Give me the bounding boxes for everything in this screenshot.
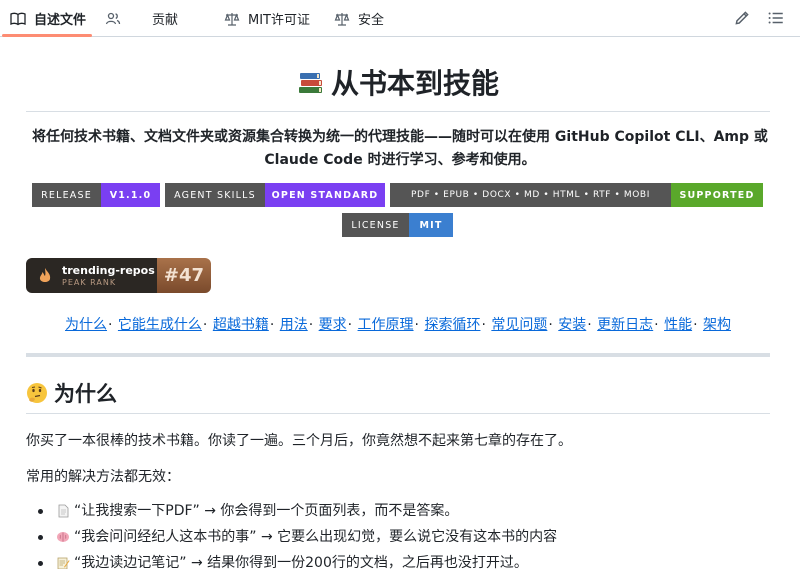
trending-badge-left: trending-repos PEAK RANK xyxy=(26,258,157,293)
horizontal-rule xyxy=(26,353,770,357)
memo-icon xyxy=(57,557,70,569)
tab-contributing[interactable]: 贡献 xyxy=(152,0,178,37)
bullet-list: “让我搜索一下PDF” → 你会得到一个页面列表，而不是答案。 “我会问问经纪人… xyxy=(38,498,778,569)
brain-icon xyxy=(57,532,69,542)
project-description: 将任何技术书籍、文档文件夹或资源集合转换为统一的代理技能——随时可以在使用 Gi… xyxy=(32,129,768,168)
badge-release-value: V1.1.0 xyxy=(101,183,160,207)
badge-release[interactable]: RELEASE V1.1.0 xyxy=(32,183,160,207)
tab-readme[interactable]: 自述文件 xyxy=(10,0,86,37)
title-text: 从书本到技能 xyxy=(330,67,499,100)
link-exploration-loop[interactable]: 探索循环 xyxy=(424,317,480,333)
trending-sub: PEAK RANK xyxy=(62,278,117,287)
page-title: 从书本到技能 xyxy=(26,62,770,102)
trending-repos-badge[interactable]: trending-repos PEAK RANK #47 xyxy=(26,258,211,293)
badge-agent-skills-label: AGENT SKILLS xyxy=(165,183,265,207)
link-requirements[interactable]: 要求 xyxy=(319,317,347,333)
pencil-icon[interactable] xyxy=(733,9,751,27)
badge-formats-value: SUPPORTED xyxy=(671,183,763,207)
tab-readme-label: 自述文件 xyxy=(34,13,87,28)
scale-icon xyxy=(224,12,240,26)
paragraph: 你买了一本很棒的技术书籍。你读了一遍。三个月后，你竟然想不起来第七章的存在了。 xyxy=(26,433,572,449)
badge-license[interactable]: LICENSE MIT xyxy=(342,213,453,237)
tab-security-label: 安全 xyxy=(358,13,385,28)
link-changelog[interactable]: 更新日志 xyxy=(597,317,653,333)
list-item: “我边读边记笔记” → 结果你得到一份200行的文档，之后再也没打开过。 xyxy=(38,550,778,569)
badge-release-label: RELEASE xyxy=(32,183,101,207)
title-divider xyxy=(26,111,770,112)
badge-formats-label: PDF • EPUB • DOCX • MD • HTML • RTF • MO… xyxy=(390,183,671,207)
heading-divider xyxy=(26,413,770,414)
badge-agent-skills[interactable]: AGENT SKILLS OPEN STANDARD xyxy=(165,183,385,207)
trending-name: trending-repos xyxy=(62,264,155,277)
link-performance[interactable]: 性能 xyxy=(664,317,692,333)
badge-license-label: LICENSE xyxy=(342,213,409,237)
link-architecture[interactable]: 架构 xyxy=(703,317,731,333)
section-heading-text: 为什么 xyxy=(54,382,117,406)
list-item: “我会问问经纪人这本书的事” → 它要么出现幻觉，要么说它没有这本书的内容 xyxy=(38,524,778,550)
tab-license-label: MIT许可证 xyxy=(248,13,310,28)
section-links: 为什么· 它能生成什么· 超越书籍· 用法· 要求· 工作原理· 探索循环· 常… xyxy=(65,317,731,333)
link-how-it-works[interactable]: 工作原理 xyxy=(358,317,414,333)
list-item: “让我搜索一下PDF” → 你会得到一个页面列表，而不是答案。 xyxy=(38,498,778,524)
book-icon xyxy=(10,12,26,25)
tab-people[interactable] xyxy=(105,0,129,37)
list-item-text: “我边读边记笔记” → 结果你得到一份200行的文档，之后再也没打开过。 xyxy=(74,555,528,569)
tab-license[interactable]: MIT许可证 xyxy=(224,0,310,37)
link-install[interactable]: 安装 xyxy=(558,317,586,333)
trending-rank: #47 xyxy=(157,258,211,293)
section-heading: 为什么 xyxy=(26,378,117,408)
page-icon xyxy=(58,504,69,518)
link-why[interactable]: 为什么 xyxy=(65,317,107,333)
list-item-text: “我会问问经纪人这本书的事” → 它要么出现幻觉，要么说它没有这本书的内容 xyxy=(74,529,558,545)
badge-formats[interactable]: PDF • EPUB • DOCX • MD • HTML • RTF • MO… xyxy=(390,183,763,207)
people-icon xyxy=(105,12,121,24)
tab-bar: 自述文件 贡献 MIT许可证 安全 xyxy=(0,0,800,37)
tab-contributing-label: 贡献 xyxy=(152,13,179,28)
link-usage[interactable]: 用法 xyxy=(280,317,308,333)
link-beyond-books[interactable]: 超越书籍 xyxy=(213,317,269,333)
paragraph: 常用的解决方法都无效： xyxy=(26,469,180,485)
link-faq[interactable]: 常见问题 xyxy=(491,317,547,333)
list-item-text: “让我搜索一下PDF” → 你会得到一个页面列表，而不是答案。 xyxy=(74,503,459,519)
list-icon[interactable] xyxy=(767,9,785,27)
books-icon xyxy=(298,73,322,93)
tab-security[interactable]: 安全 xyxy=(334,0,384,37)
scale-icon xyxy=(334,12,350,26)
thinking-face-icon xyxy=(27,383,47,403)
active-tab-indicator xyxy=(2,34,92,37)
flame-icon xyxy=(39,268,51,282)
badge-agent-skills-value: OPEN STANDARD xyxy=(265,183,385,207)
link-what-it-generates[interactable]: 它能生成什么 xyxy=(118,317,202,333)
badge-license-value: MIT xyxy=(409,213,453,237)
